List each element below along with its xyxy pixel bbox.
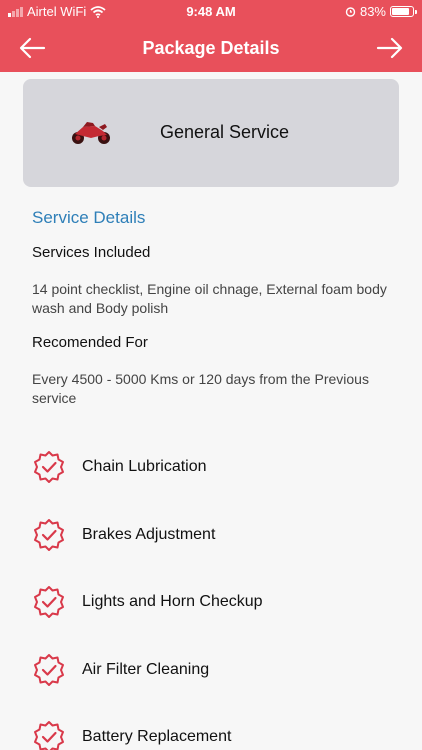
feature-item: Brakes Adjustment — [32, 515, 412, 555]
feature-label: Lights and Horn Checkup — [82, 593, 263, 610]
recommended-for-text: Every 4500 - 5000 Kms or 120 days from t… — [32, 371, 369, 406]
package-name: General Service — [160, 122, 290, 142]
verified-badge-icon — [34, 519, 64, 551]
feature-item: Battery Replacement — [32, 717, 412, 750]
feature-label: Battery Replacement — [82, 728, 232, 745]
package-card: General Service — [23, 79, 399, 187]
page-title: Package Details — [142, 38, 280, 58]
verified-badge-icon — [34, 721, 64, 750]
feature-label: Brakes Adjustment — [82, 526, 216, 543]
service-details-heading: Service Details — [32, 208, 146, 227]
feature-label: Chain Lubrication — [82, 458, 207, 475]
motorcycle-icon — [72, 122, 110, 144]
verified-badge-icon — [34, 586, 64, 618]
battery-percent: 83% — [359, 4, 386, 19]
services-included-label: Services Included — [32, 244, 151, 261]
navigation-bar: Package Details — [0, 28, 422, 68]
services-included-text: 14 point checklist, Engine oil chnage, E… — [32, 281, 387, 316]
feature-label: Air Filter Cleaning — [82, 661, 210, 678]
verified-badge-icon — [34, 451, 64, 483]
arrow-right-icon[interactable] — [376, 36, 404, 60]
recommended-for-label: Recomended For — [32, 334, 148, 351]
verified-badge-icon — [34, 654, 64, 686]
feature-item: Chain Lubrication — [32, 447, 412, 487]
feature-item: Air Filter Cleaning — [32, 650, 412, 690]
status-bar: Airtel WiFi 9:48 AM 83% — [0, 0, 422, 24]
battery-icon — [390, 6, 417, 17]
alarm-icon — [345, 7, 356, 17]
app-header: Airtel WiFi 9:48 AM 83% Package Details — [0, 0, 422, 72]
feature-item: Lights and Horn Checkup — [32, 582, 412, 622]
